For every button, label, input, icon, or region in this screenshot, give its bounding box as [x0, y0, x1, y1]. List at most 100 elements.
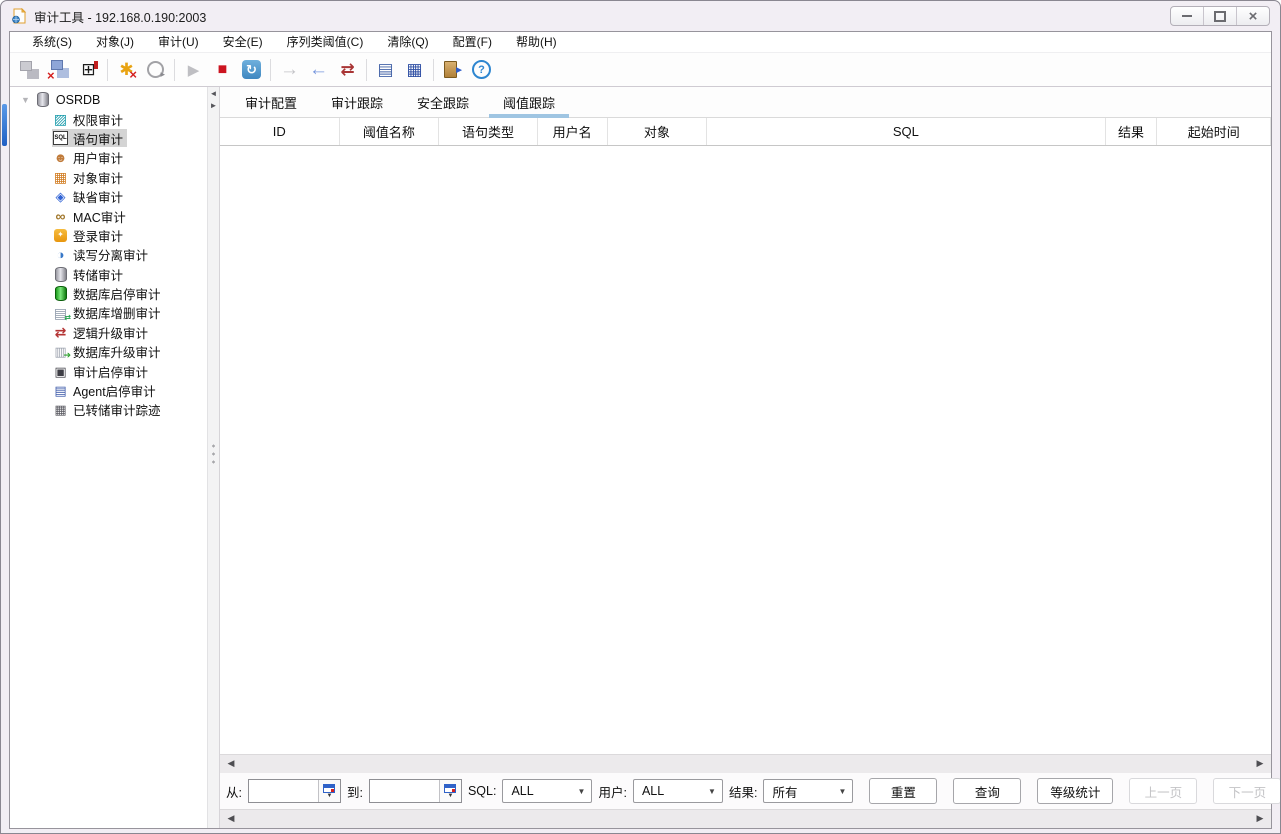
menu-item[interactable]: 序列类阈值(C) [275, 32, 376, 52]
to-date-input[interactable]: ▼ [369, 779, 462, 803]
bottom-hscrollbar[interactable] [220, 809, 1271, 828]
tree-item[interactable]: 数据库增删审计 [10, 303, 207, 322]
tree-item[interactable]: Agent启停审计 [10, 381, 207, 400]
column-header[interactable]: 对象 [608, 118, 708, 145]
column-header[interactable]: ID [220, 118, 340, 145]
sql-filter-select[interactable]: ALL ▼ [502, 779, 592, 803]
chevron-down-icon: ▼ [708, 787, 716, 796]
form-view-icon[interactable] [371, 56, 400, 83]
next-page-button[interactable]: 下一页 [1213, 778, 1281, 804]
menu-item[interactable]: 清除(Q) [375, 32, 440, 52]
tab[interactable]: 审计配置 [228, 87, 314, 117]
user-filter-select[interactable]: ALL ▼ [633, 779, 723, 803]
table-view-icon[interactable] [400, 56, 429, 83]
menu-item[interactable]: 配置(F) [441, 32, 504, 52]
column-header[interactable]: 语句类型 [439, 118, 538, 145]
minimize-button[interactable] [1171, 7, 1203, 25]
menu-item[interactable]: 对象(J) [84, 32, 146, 52]
column-header-label: 起始时间 [1188, 122, 1240, 141]
column-header-label: 用户名 [553, 122, 592, 141]
swap-icon[interactable] [333, 56, 362, 83]
exit-icon[interactable] [438, 56, 467, 83]
tree-root-osrdb[interactable]: ▼ OSRDB [10, 90, 207, 109]
tree-item[interactable]: 读写分离审计 [10, 245, 207, 264]
chevron-down-icon: ▼ [839, 787, 847, 796]
title-bar[interactable]: 审计工具 - 192.168.0.190:2003 [1, 1, 1280, 31]
start-icon[interactable] [179, 56, 208, 83]
network-connect-icon[interactable] [16, 56, 45, 83]
close-button[interactable] [1236, 7, 1269, 25]
menu-item[interactable]: 系统(S) [20, 32, 84, 52]
tree-item[interactable]: 逻辑升级审计 [10, 323, 207, 342]
scroll-left-icon[interactable] [222, 755, 240, 772]
tab[interactable]: 安全跟踪 [400, 87, 486, 117]
menu-item[interactable]: 安全(E) [211, 32, 275, 52]
sql-audit-icon [53, 131, 68, 146]
help-icon[interactable] [467, 56, 496, 83]
tree-expander-icon[interactable]: ▼ [21, 95, 30, 105]
column-header[interactable]: 用户名 [538, 118, 608, 145]
tree-item[interactable]: 数据库启停审计 [10, 284, 207, 303]
tree-item[interactable]: 数据库升级审计 [10, 342, 207, 361]
tree-item[interactable]: 转储审计 [10, 265, 207, 284]
menu-item[interactable]: 帮助(H) [504, 32, 569, 52]
tree-item[interactable]: 对象审计 [10, 168, 207, 187]
scroll-right-icon[interactable] [1251, 755, 1269, 772]
user-filter-value: ALL [642, 784, 664, 798]
tree-item[interactable]: 缺省审计 [10, 187, 207, 206]
app-frame: 系统(S)对象(J)审计(U)安全(E)序列类阈值(C)清除(Q)配置(F)帮助… [9, 31, 1272, 829]
tree-item[interactable]: 登录审计 [10, 226, 207, 245]
forward-icon[interactable] [275, 56, 304, 83]
tree-item[interactable]: 审计启停审计 [10, 361, 207, 380]
stop-icon[interactable] [208, 56, 237, 83]
scroll-left-icon[interactable] [222, 810, 240, 827]
column-header[interactable]: 起始时间 [1157, 118, 1271, 145]
db-startstop-audit-icon [53, 286, 68, 301]
database-icon [36, 92, 51, 107]
app-window: 审计工具 - 192.168.0.190:2003 系统(S)对象(J)审计(U… [0, 0, 1281, 834]
mac-audit-icon [53, 209, 68, 224]
toolbar-separator [362, 56, 371, 83]
back-icon[interactable] [304, 56, 333, 83]
tab[interactable]: 审计跟踪 [314, 87, 400, 117]
from-date-input[interactable]: ▼ [248, 779, 341, 803]
prev-page-button[interactable]: 上一页 [1129, 778, 1197, 804]
to-date-field[interactable] [370, 780, 439, 802]
level-stats-button[interactable]: 等级统计 [1037, 778, 1113, 804]
tree-item[interactable]: 语句审计 [10, 129, 207, 148]
from-calendar-button[interactable]: ▼ [318, 780, 340, 802]
tree-item[interactable]: 权限审计 [10, 109, 207, 128]
column-header-label: ID [273, 124, 286, 139]
timer-icon[interactable] [141, 56, 170, 83]
tree-item-label: 登录审计 [73, 226, 123, 245]
default-audit-icon [53, 189, 68, 204]
splitter-grip-icon[interactable] [211, 442, 216, 466]
permission-audit-icon [53, 112, 68, 127]
from-label: 从: [226, 782, 242, 801]
to-calendar-button[interactable]: ▼ [439, 780, 461, 802]
reset-button[interactable]: 重置 [869, 778, 937, 804]
menu-item[interactable]: 审计(U) [146, 32, 211, 52]
network-disconnect-icon[interactable] [45, 56, 74, 83]
clear-alarm-icon[interactable] [112, 56, 141, 83]
result-filter-select[interactable]: 所有 ▼ [763, 779, 853, 803]
collapse-left-icon[interactable]: ◄ [210, 89, 218, 99]
audit-tree-icon[interactable] [74, 56, 103, 83]
table-hscrollbar[interactable] [220, 754, 1271, 773]
column-header[interactable]: 结果 [1106, 118, 1158, 145]
tree-item-label: 逻辑升级审计 [73, 323, 148, 342]
from-date-field[interactable] [249, 780, 318, 802]
tree-item[interactable]: 用户审计 [10, 148, 207, 167]
splitter[interactable]: ◄ ► [207, 87, 220, 828]
tab[interactable]: 阈值跟踪 [486, 87, 572, 117]
query-button[interactable]: 查询 [953, 778, 1021, 804]
tree-item[interactable]: 已转储审计踪迹 [10, 400, 207, 419]
column-header[interactable]: 阈值名称 [340, 118, 440, 145]
scroll-right-icon[interactable] [1251, 810, 1269, 827]
column-header[interactable]: SQL [707, 118, 1105, 145]
collapse-right-icon[interactable]: ► [210, 101, 218, 111]
filter-bar: 从: ▼ 到: ▼ [220, 773, 1271, 809]
restore-button[interactable] [1203, 7, 1236, 25]
refresh-icon[interactable] [237, 56, 266, 83]
tree-item[interactable]: MAC审计 [10, 206, 207, 225]
